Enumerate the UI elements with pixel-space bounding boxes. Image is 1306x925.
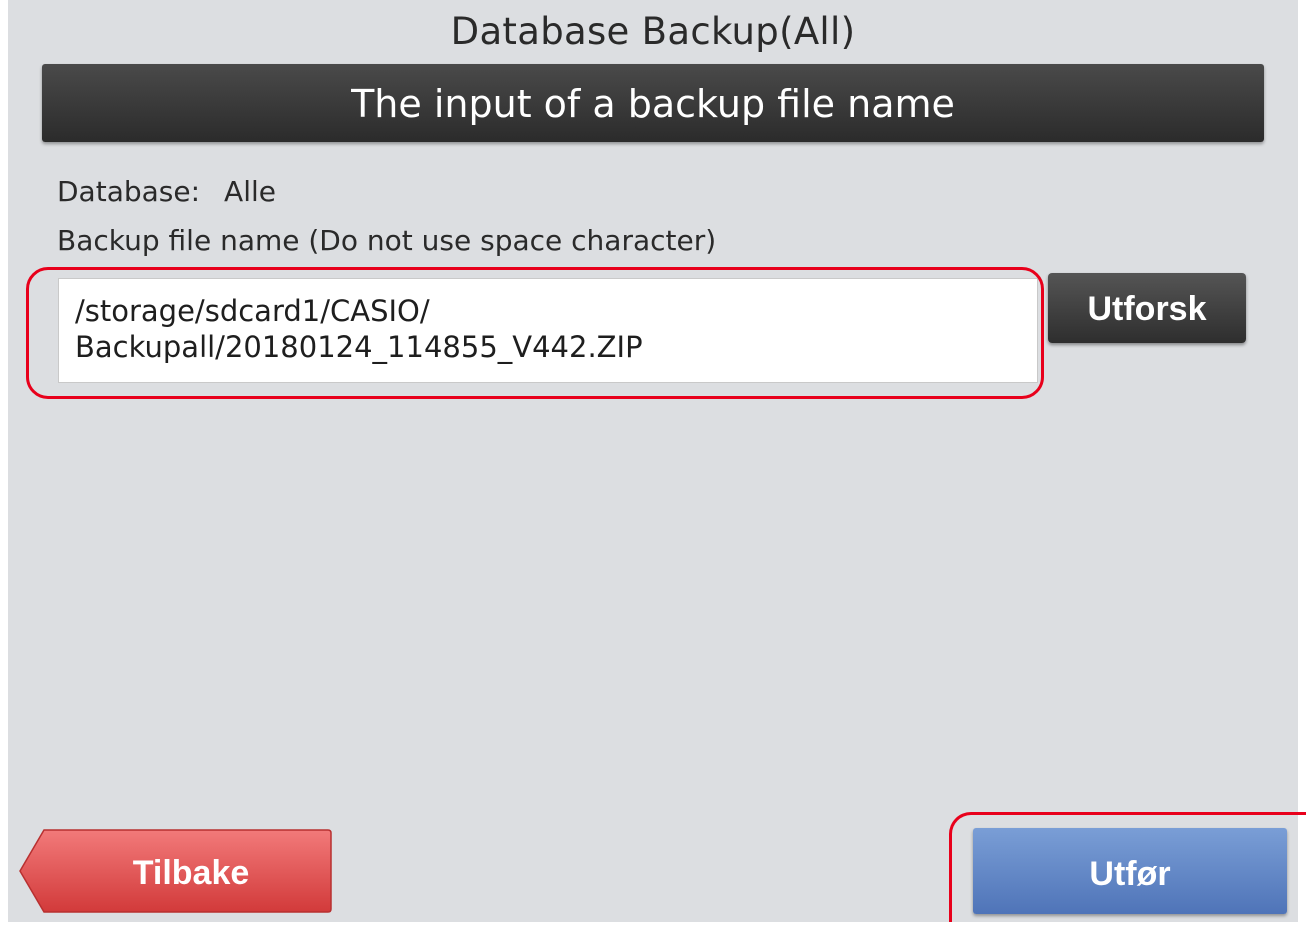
database-label: Database: <box>57 175 201 208</box>
backup-filename-input[interactable]: /storage/sdcard1/CASIO/ Backupall/201801… <box>58 278 1038 383</box>
database-value: Alle <box>224 175 276 208</box>
filename-hint: Backup file name (Do not use space chara… <box>57 224 717 257</box>
window-title: Database Backup(All) <box>450 10 856 53</box>
database-row: Database: Alle <box>57 175 276 208</box>
execute-button[interactable]: Utfør <box>973 828 1287 914</box>
back-button-label: Tilbake <box>132 854 250 892</box>
browse-button[interactable]: Utforsk <box>1048 273 1246 343</box>
page-header: The input of a backup file name <box>42 64 1264 142</box>
back-button[interactable]: Tilbake <box>18 828 332 914</box>
